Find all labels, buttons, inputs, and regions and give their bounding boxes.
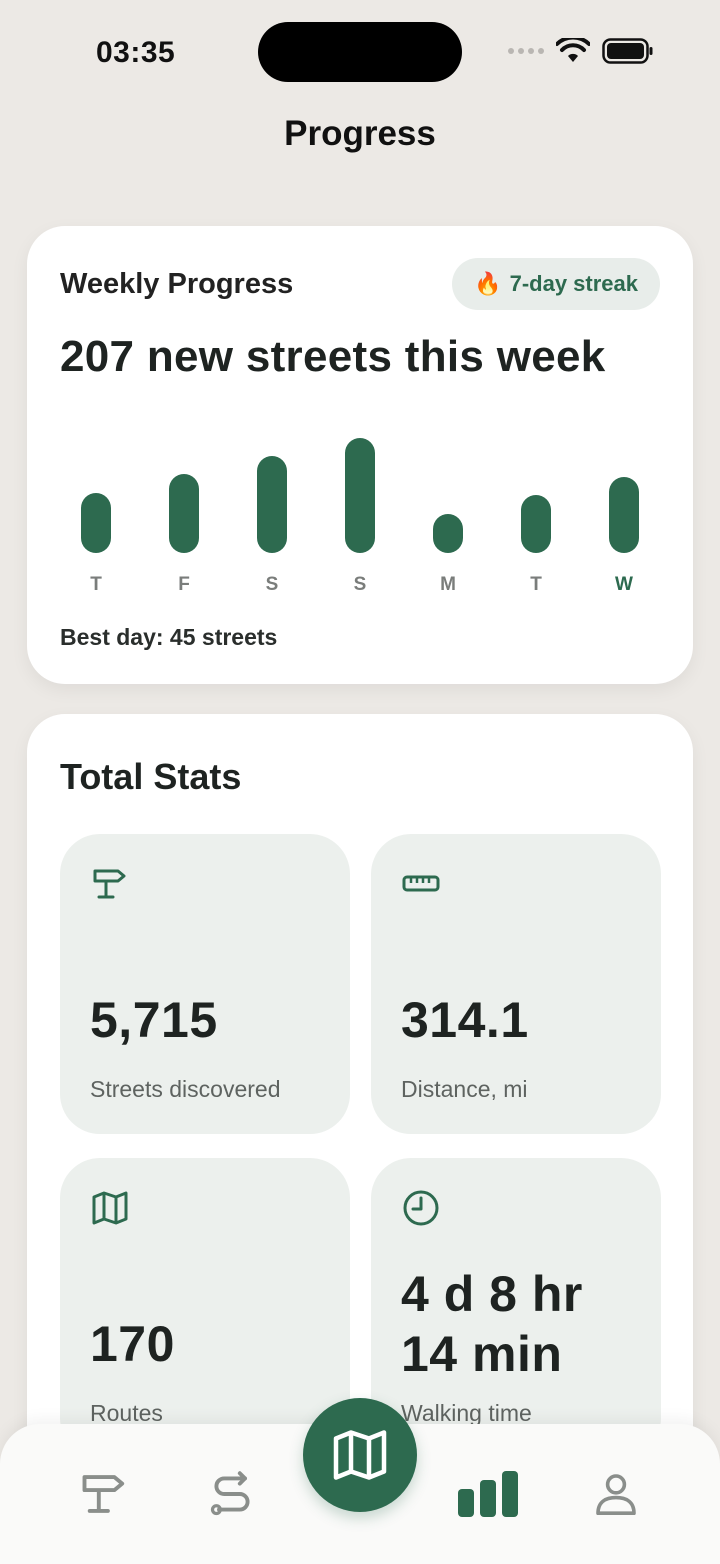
streak-badge: 🔥 7-day streak <box>452 258 660 310</box>
weekly-progress-card: Weekly Progress 🔥 7-day streak 207 new s… <box>27 226 693 684</box>
cellular-signal-icon <box>508 48 544 54</box>
stat-tile-walking-time[interactable]: 4 d 8 hr 14 min Walking time <box>371 1158 661 1458</box>
chart-bar <box>81 492 111 553</box>
signpost-icon <box>93 869 126 899</box>
stat-tile-routes[interactable]: 170 Routes <box>60 1158 350 1458</box>
tab-streets[interactable] <box>74 1464 134 1524</box>
walking-time-label: Walking time <box>401 1400 532 1426</box>
routes-value: 170 <box>90 1316 175 1372</box>
clock-icon <box>403 1190 439 1226</box>
total-stats-title: Total Stats <box>60 756 242 797</box>
chart-day-label: M <box>440 574 456 595</box>
weekly-headline: 207 new streets this week <box>60 332 606 381</box>
streets-label: Streets discovered <box>90 1076 281 1102</box>
chart-bar <box>169 474 199 553</box>
person-icon <box>596 1474 636 1515</box>
status-icons <box>508 38 654 64</box>
chart-day-label: T <box>530 574 542 595</box>
chart-day-label: F <box>178 574 190 595</box>
streets-value: 5,715 <box>90 992 218 1048</box>
status-bar: 03:35 <box>0 0 720 110</box>
map-fab-button[interactable] <box>303 1398 417 1512</box>
chart-bar <box>521 495 551 553</box>
ruler-icon <box>402 875 440 892</box>
walking-time-value-line2: 14 min <box>401 1326 563 1382</box>
best-day-label: Best day: 45 streets <box>60 624 278 650</box>
chart-day-label: W <box>615 574 633 595</box>
chart-day-label: T <box>90 574 102 595</box>
page-title: Progress <box>284 114 436 153</box>
dynamic-island <box>258 22 462 82</box>
chart-bar <box>433 513 463 553</box>
map-icon <box>92 1191 128 1225</box>
chart-day-label: S <box>265 574 279 595</box>
routes-label: Routes <box>90 1400 163 1426</box>
tab-routes[interactable] <box>202 1464 262 1524</box>
walking-time-value-line1: 4 d 8 hr <box>401 1266 583 1322</box>
tab-progress[interactable] <box>458 1464 518 1524</box>
weekly-bar-chart: TFSSMTW <box>27 426 693 606</box>
stat-tile-distance[interactable]: 314.1 Distance, mi <box>371 834 661 1134</box>
route-icon <box>210 1471 250 1516</box>
battery-icon <box>602 38 653 64</box>
distance-value: 314.1 <box>401 992 529 1048</box>
distance-label: Distance, mi <box>401 1076 528 1102</box>
map-icon <box>333 1430 387 1480</box>
fire-icon: 🔥 <box>474 271 502 296</box>
chart-day-label: S <box>353 574 367 595</box>
chart-bar <box>345 437 375 553</box>
streak-label: 7-day streak <box>509 271 638 296</box>
weekly-progress-title: Weekly Progress <box>60 268 294 300</box>
chart-bar <box>257 455 287 553</box>
chart-bar <box>609 476 639 553</box>
wifi-icon <box>556 38 590 62</box>
stat-tile-streets[interactable]: 5,715 Streets discovered <box>60 834 350 1134</box>
signpost-icon <box>82 1475 125 1513</box>
tab-profile[interactable] <box>586 1464 646 1524</box>
status-time: 03:35 <box>96 36 176 69</box>
bar-chart-icon <box>458 1471 518 1517</box>
